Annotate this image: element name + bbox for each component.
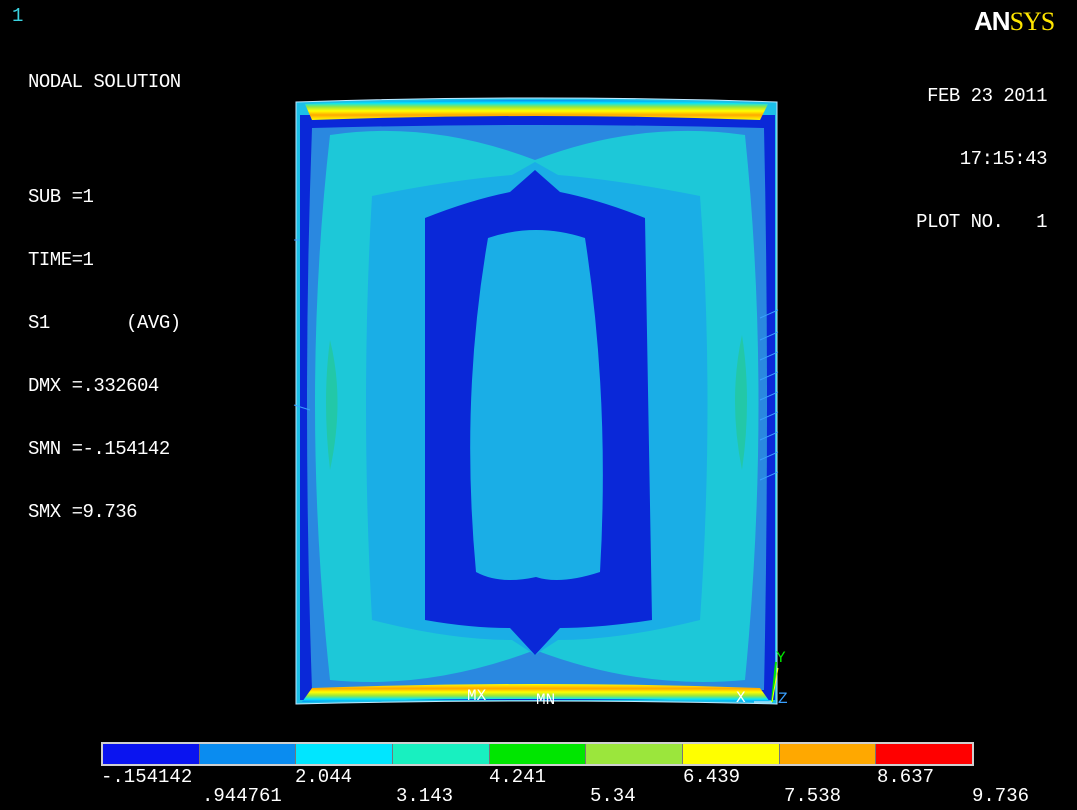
min-marker: MN (536, 691, 555, 709)
max-marker: MX (467, 687, 487, 705)
triad-y-label: Y (776, 649, 786, 667)
legend-swatch-8 (779, 744, 877, 764)
legend-label-lower-1: .944761 (202, 785, 282, 807)
contour-legend-bar (101, 742, 974, 766)
legend-swatch-2 (199, 744, 297, 764)
triad-z-label: Z (778, 690, 788, 708)
triad-x-label: X (736, 689, 746, 707)
legend-label-lower-5: 9.736 (972, 785, 1030, 807)
legend-label-upper-3: 4.241 (489, 766, 547, 788)
legend-label-upper-5: 8.637 (877, 766, 935, 788)
legend-label-lower-4: 7.538 (784, 785, 842, 807)
legend-swatch-3 (296, 744, 394, 764)
legend-label-lower-2: 3.143 (396, 785, 454, 807)
legend-swatch-4 (393, 744, 490, 764)
legend-swatch-6 (586, 744, 684, 764)
legend-swatch-1 (103, 744, 200, 764)
contour-plot[interactable]: Y X Z MX MN (0, 0, 1077, 740)
legend-label-lower-3: 5.34 (590, 785, 636, 807)
contour-band-center (470, 230, 603, 581)
legend-label-upper-2: 2.044 (295, 766, 353, 788)
legend-label-upper-4: 6.439 (683, 766, 741, 788)
legend-swatch-9 (876, 744, 973, 764)
legend-swatch-5 (489, 744, 587, 764)
legend-label-upper-1: -.154142 (101, 766, 193, 788)
legend-swatch-7 (683, 744, 780, 764)
